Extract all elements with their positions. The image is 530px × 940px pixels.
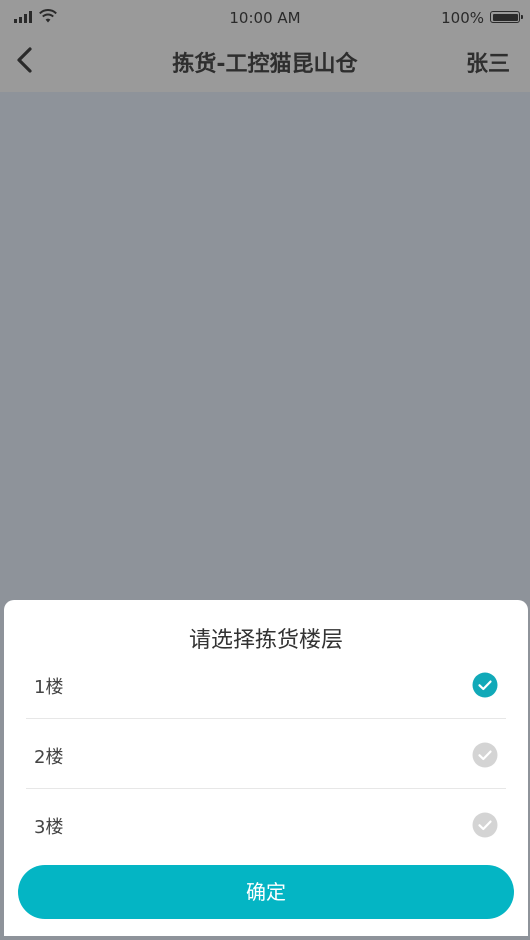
check-circle-unselected-icon xyxy=(472,812,498,838)
floor-option-label: 1楼 xyxy=(34,677,64,698)
floor-select-sheet: 请选择拣货楼层 1楼 2楼 3楼 确定 xyxy=(4,600,528,936)
nav-bar: 拣货-工控猫昆山仓 张三 xyxy=(0,36,530,92)
page-title: 拣货-工控猫昆山仓 xyxy=(172,52,358,77)
battery-percent: 100% xyxy=(441,9,484,27)
battery-fill xyxy=(492,13,518,21)
check-circle-unselected-icon xyxy=(472,742,498,768)
floor-option-2[interactable]: 2楼 xyxy=(26,721,506,791)
phone-screen: 10:00 AM 100% 拣货-工控猫昆山仓 张三 请选择拣货楼层 1楼 2楼… xyxy=(0,0,530,940)
floor-option-label: 3楼 xyxy=(34,817,64,838)
floor-option-label: 2楼 xyxy=(34,747,64,768)
status-bar: 10:00 AM 100% xyxy=(0,0,530,36)
check-circle-selected-icon xyxy=(472,672,498,698)
top-header: 10:00 AM 100% 拣货-工控猫昆山仓 张三 xyxy=(0,0,530,92)
battery-icon xyxy=(490,11,523,23)
divider xyxy=(26,788,506,789)
divider xyxy=(26,718,506,719)
confirm-button[interactable]: 确定 xyxy=(18,865,514,919)
floor-option-1[interactable]: 1楼 xyxy=(26,651,506,721)
floor-option-3[interactable]: 3楼 xyxy=(26,791,506,861)
user-name[interactable]: 张三 xyxy=(466,46,510,78)
sheet-title: 请选择拣货楼层 xyxy=(188,628,343,653)
